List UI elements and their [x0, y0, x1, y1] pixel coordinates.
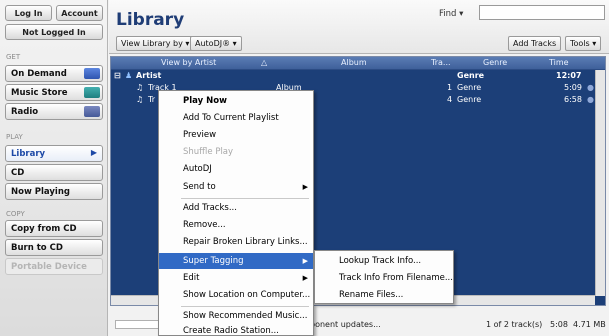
sidebar-item-label: Burn to CD	[11, 242, 63, 253]
sidebar-item-copy-from-cd[interactable]: Copy from CD	[5, 220, 103, 237]
find-dropdown[interactable]: Find ▾	[439, 9, 463, 19]
super-tagging-submenu: Lookup Track Info... Track Info From Fil…	[314, 250, 454, 304]
column-header-genre[interactable]: Genre	[483, 58, 507, 67]
column-header-row: View by Artist △ Album Tra... Genre Time	[111, 57, 605, 70]
menu-item-preview[interactable]: Preview	[159, 127, 313, 143]
artist-genre: Genre	[457, 71, 485, 80]
music-note-icon: ♫	[136, 83, 144, 92]
vertical-scrollbar[interactable]	[595, 70, 605, 296]
menu-item-create-radio-station[interactable]: Create Radio Station...	[159, 325, 313, 336]
login-button[interactable]: Log In	[5, 5, 52, 21]
sidebar-item-label: On Demand	[11, 68, 67, 79]
menu-item-remove[interactable]: Remove...	[159, 217, 313, 233]
sidebar-item-label: Copy from CD	[11, 223, 77, 234]
sidebar: Log In Account Not Logged In GET On Dema…	[0, 0, 108, 336]
menu-item-show-recommended[interactable]: Show Recommended Music...	[159, 308, 313, 324]
total-size: 4.71 MB	[573, 320, 606, 329]
column-header-track[interactable]: Tra...	[431, 58, 451, 67]
menu-item-play-now[interactable]: Play Now	[159, 93, 313, 109]
track-count: 1 of 2 track(s)	[486, 320, 543, 329]
person-icon: ♟	[125, 71, 133, 80]
sidebar-item-label: CD	[11, 167, 25, 178]
menu-item-autodj[interactable]: AutoDJ	[159, 161, 313, 177]
tools-dropdown[interactable]: Tools ▾	[565, 36, 602, 51]
page-title: Library	[116, 10, 185, 30]
on-demand-icon	[84, 68, 100, 79]
sidebar-item-label: Library	[11, 148, 46, 159]
menu-item-super-tagging[interactable]: Super Tagging ▶	[159, 253, 313, 269]
radio-icon	[84, 106, 100, 117]
chevron-right-icon: ▶	[302, 274, 308, 282]
chevron-right-icon: ▶	[302, 257, 308, 265]
status-message: ponent updates...	[310, 320, 381, 329]
menu-item-lookup-track-info[interactable]: Lookup Track Info...	[315, 253, 453, 269]
add-tracks-button[interactable]: Add Tracks	[508, 36, 562, 51]
menu-item-add-to-current-playlist[interactable]: Add To Current Playlist	[159, 110, 313, 126]
artist-total-time: 12:07	[556, 71, 582, 80]
search-input[interactable]	[479, 5, 605, 20]
sidebar-item-label: Radio	[11, 106, 39, 117]
track-genre: Genre	[457, 83, 482, 92]
menu-item-track-info-from-filename[interactable]: Track Info From Filename...	[315, 270, 453, 286]
sidebar-item-music-store[interactable]: Music Store	[5, 84, 103, 101]
sort-ascending-icon[interactable]: △	[261, 58, 267, 67]
menu-item-add-tracks[interactable]: Add Tracks...	[159, 200, 313, 216]
view-library-by-dropdown[interactable]: View Library by ▾	[116, 36, 195, 51]
menu-item-repair-links[interactable]: Repair Broken Library Links...	[159, 234, 313, 250]
section-label-get: GET	[6, 53, 21, 61]
rating-dot-icon: ●	[587, 83, 594, 92]
total-duration: 5:08	[550, 320, 568, 329]
track-genre: Genre	[457, 95, 482, 104]
menu-item-send-to[interactable]: Send to ▶	[159, 179, 313, 195]
track-title: Tr	[148, 95, 155, 104]
section-label-play: PLAY	[6, 133, 23, 141]
music-note-icon: ♫	[136, 95, 144, 104]
sidebar-item-label: Now Playing	[11, 186, 70, 197]
menu-item-label: Super Tagging	[183, 256, 244, 266]
sidebar-item-cd[interactable]: CD	[5, 164, 103, 181]
column-header-time[interactable]: Time	[549, 58, 569, 67]
account-button[interactable]: Account	[56, 5, 103, 21]
music-store-icon	[84, 87, 100, 98]
track-time: 6:58	[564, 95, 582, 104]
sidebar-item-library[interactable]: Library ▶	[5, 145, 103, 162]
menu-item-show-location[interactable]: Show Location on Computer...	[159, 287, 313, 303]
library-window: Log In Account Not Logged In GET On Dema…	[0, 0, 609, 336]
sidebar-item-label: Music Store	[11, 87, 68, 98]
artist-name: Artist	[136, 71, 162, 80]
menu-item-shuffle-play: Shuffle Play	[183, 147, 234, 157]
collapse-icon[interactable]: ⊟	[114, 71, 121, 80]
login-status: Not Logged In	[5, 24, 103, 40]
column-header-album[interactable]: Album	[341, 58, 367, 67]
track-number: 4	[447, 95, 453, 104]
play-arrow-icon: ▶	[90, 148, 97, 157]
section-label-copy: COPY	[6, 210, 25, 218]
sidebar-item-burn-to-cd[interactable]: Burn to CD	[5, 239, 103, 256]
menu-divider	[181, 198, 309, 199]
rating-dot-icon: ●	[587, 95, 594, 104]
sidebar-item-portable-device: Portable Device	[5, 258, 103, 275]
sidebar-item-radio[interactable]: Radio	[5, 103, 103, 120]
column-header-artist[interactable]: View by Artist	[161, 58, 216, 67]
menu-item-label: Edit	[183, 273, 200, 283]
track-time: 5:09	[564, 83, 582, 92]
header: Library Find ▾ View Library by ▾ AutoDJ®…	[109, 0, 609, 54]
sidebar-item-on-demand[interactable]: On Demand	[5, 65, 103, 82]
menu-item-rename-files[interactable]: Rename Files...	[315, 287, 453, 303]
sidebar-item-label: Portable Device	[11, 261, 87, 272]
menu-divider	[181, 306, 309, 307]
menu-item-edit[interactable]: Edit ▶	[159, 270, 313, 286]
chevron-right-icon: ▶	[302, 183, 308, 191]
sidebar-item-now-playing[interactable]: Now Playing	[5, 183, 103, 200]
menu-item-label: Send to	[183, 182, 216, 192]
artist-group-row[interactable]: ⊟ ♟ Artist Genre 12:07	[111, 71, 605, 82]
context-menu: Play Now Add To Current Playlist Preview…	[158, 90, 314, 336]
track-number: 1	[447, 83, 453, 92]
autodj-dropdown[interactable]: AutoDJ® ▾	[190, 36, 242, 51]
